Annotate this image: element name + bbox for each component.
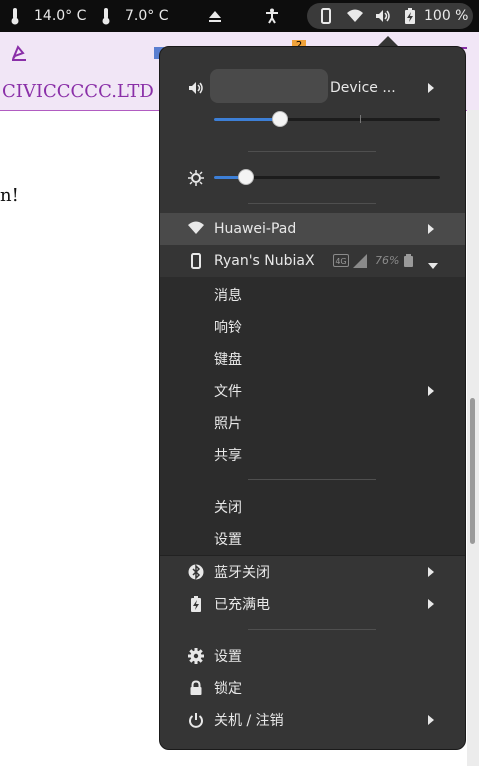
site-title-link[interactable]: CIVICCCCC.LTD xyxy=(2,81,154,102)
phone-battery-percent: 76% xyxy=(375,254,400,267)
separator xyxy=(248,629,376,630)
submenu-item-messages[interactable]: 消息 xyxy=(160,279,465,311)
device-name-redacted xyxy=(210,69,328,103)
volume-icon xyxy=(188,80,204,96)
lock-icon xyxy=(188,680,204,696)
thermometer-icon xyxy=(10,0,20,32)
submenu-item-label: 共享 xyxy=(214,448,242,464)
lock-label: 锁定 xyxy=(214,681,242,697)
network-type-badge: 4G xyxy=(333,254,349,267)
power-status-row[interactable]: 已充满电 xyxy=(160,588,465,620)
separator xyxy=(248,203,376,204)
power-icon xyxy=(188,712,204,728)
phone-label: Ryan's NubiaX xyxy=(214,253,315,269)
shutdown-label: 关机 / 注销 xyxy=(214,713,284,729)
phone-battery-icon xyxy=(404,254,413,271)
submenu-item-files[interactable]: 文件 xyxy=(160,375,465,407)
submenu-item-close[interactable]: 关闭 xyxy=(160,491,465,523)
battery-charging-icon xyxy=(188,596,204,612)
eject-icon[interactable] xyxy=(208,0,222,32)
chevron-right-icon xyxy=(427,223,435,239)
top-bar: 14.0° C 7.0° C 100 % xyxy=(0,0,479,32)
submenu-item-label: 消息 xyxy=(214,288,242,304)
phone-icon xyxy=(321,0,331,32)
system-menu: Device ... Huawei-Pad Ryan's NubiaX 4G 7… xyxy=(159,46,466,750)
submenu-item-label: 设置 xyxy=(214,532,242,548)
submenu-item-settings[interactable]: 设置 xyxy=(160,523,465,555)
settings-row[interactable]: 设置 xyxy=(160,640,465,672)
submenu-item-keyboard[interactable]: 键盘 xyxy=(160,343,465,375)
bluetooth-label: 蓝牙关闭 xyxy=(214,565,270,581)
phone-icon xyxy=(188,253,204,269)
submenu-item-photos[interactable]: 照片 xyxy=(160,407,465,439)
separator xyxy=(248,151,376,152)
device-label: Device ... xyxy=(330,80,396,96)
volume-slider-mark xyxy=(360,115,361,123)
temperature-1[interactable]: 14.0° C xyxy=(34,0,86,32)
brightness-slider[interactable] xyxy=(214,169,440,187)
page-text: n! xyxy=(0,185,19,206)
lock-row[interactable]: 锁定 xyxy=(160,672,465,704)
phone-row[interactable]: Ryan's NubiaX 4G 76% xyxy=(160,245,465,277)
extension-icon[interactable] xyxy=(10,44,28,66)
volume-device-row[interactable]: Device ... xyxy=(160,69,465,104)
temperature-2[interactable]: 7.0° C xyxy=(125,0,169,32)
separator xyxy=(248,479,376,480)
submenu-item-label: 关闭 xyxy=(214,500,242,516)
signal-icon xyxy=(353,254,367,272)
battery-percentage: 100 % xyxy=(424,8,469,24)
bluetooth-icon xyxy=(188,564,204,580)
chevron-right-icon xyxy=(427,566,435,582)
chevron-right-icon xyxy=(427,82,435,98)
settings-label: 设置 xyxy=(214,649,242,665)
wifi-label: Huawei-Pad xyxy=(214,221,297,237)
wifi-icon xyxy=(188,221,204,237)
battery-charging-icon xyxy=(405,0,415,32)
chevron-down-icon xyxy=(427,258,439,274)
volume-icon xyxy=(375,0,391,32)
phone-submenu: 消息 响铃 键盘 文件 照片 共享 关闭 设置 xyxy=(160,277,465,555)
chevron-right-icon xyxy=(427,385,435,401)
brightness-icon xyxy=(188,170,204,186)
chevron-right-icon xyxy=(427,598,435,614)
wifi-icon xyxy=(346,0,364,32)
volume-slider-knob[interactable] xyxy=(272,111,288,127)
wifi-row[interactable]: Huawei-Pad xyxy=(160,213,465,245)
submenu-item-label: 键盘 xyxy=(214,352,242,368)
thermometer-icon xyxy=(101,0,111,32)
submenu-item-ring[interactable]: 响铃 xyxy=(160,311,465,343)
scrollbar-thumb[interactable] xyxy=(470,398,475,544)
gear-icon xyxy=(188,648,204,664)
brightness-slider-knob[interactable] xyxy=(238,169,254,185)
bluetooth-row[interactable]: 蓝牙关闭 xyxy=(160,556,465,588)
submenu-item-share[interactable]: 共享 xyxy=(160,439,465,471)
volume-slider-fill xyxy=(214,118,280,121)
power-status-label: 已充满电 xyxy=(214,597,270,613)
shutdown-row[interactable]: 关机 / 注销 xyxy=(160,704,465,736)
submenu-item-label: 文件 xyxy=(214,384,242,400)
chevron-right-icon xyxy=(427,714,435,730)
accessibility-icon[interactable] xyxy=(265,0,279,32)
submenu-item-label: 响铃 xyxy=(214,320,242,336)
submenu-item-label: 照片 xyxy=(214,416,242,432)
